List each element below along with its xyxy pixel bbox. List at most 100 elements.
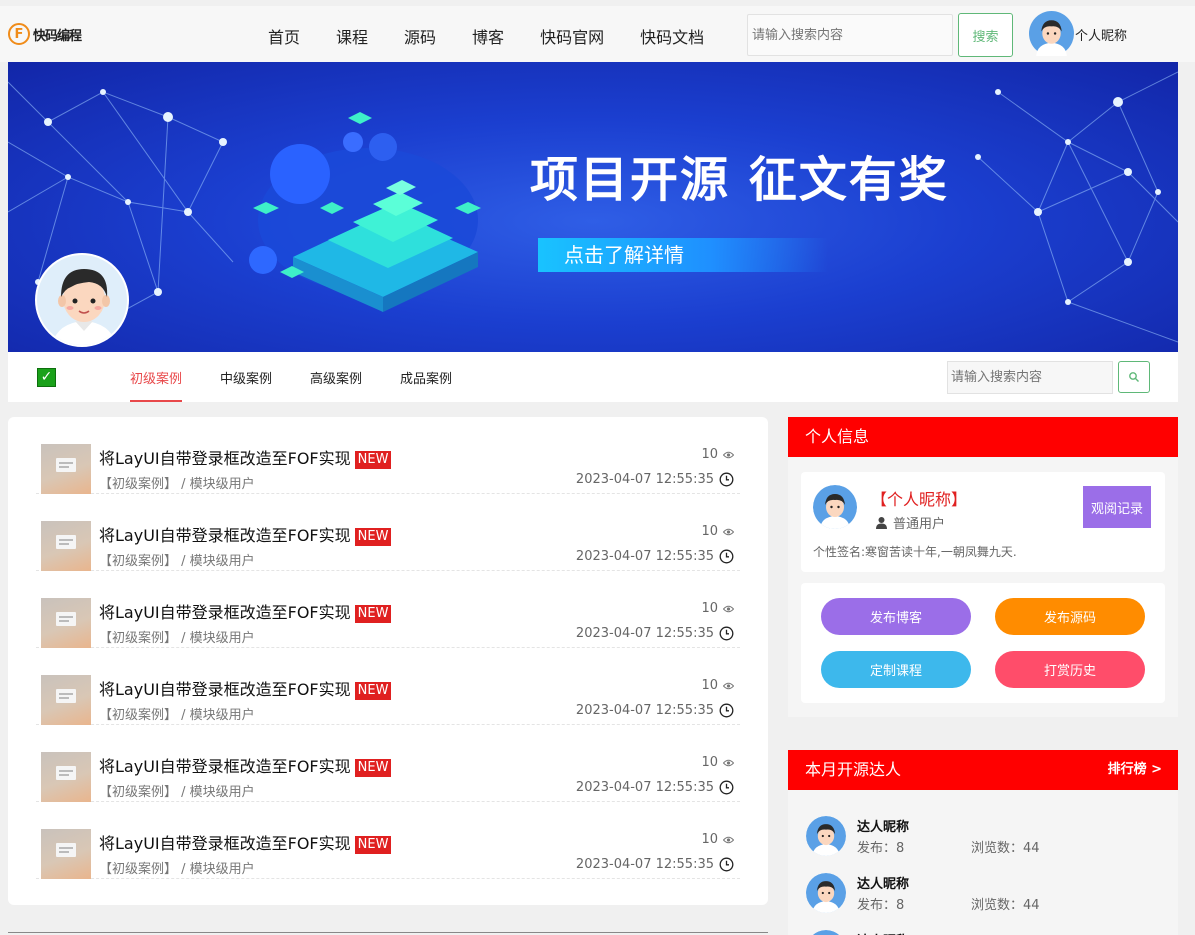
talent-avatar[interactable] — [806, 816, 846, 856]
promo-banner[interactable]: 项目开源 征文有奖 点击了解详情 — [8, 62, 1178, 352]
nav-docs[interactable]: 快码文档 — [640, 24, 704, 48]
boy-avatar-icon — [806, 873, 846, 913]
header-search-input[interactable] — [747, 14, 953, 56]
talent-name[interactable]: 达人昵称 — [857, 930, 909, 935]
case-search-input[interactable] — [947, 361, 1113, 394]
case-search-button[interactable] — [1118, 361, 1150, 393]
clock-icon — [719, 857, 734, 872]
article-author: / 模块级用户 — [177, 631, 255, 646]
article-category[interactable]: 【初级案例】 — [99, 785, 177, 800]
article-meta: 【初级案例】 / 模块级用户 — [99, 858, 255, 877]
new-badge: NEW — [354, 682, 392, 700]
article-thumbnail[interactable] — [41, 598, 91, 648]
article-timestamp: 2023-04-07 12:55:35 — [575, 780, 714, 795]
user-icon — [876, 517, 887, 529]
eye-icon — [723, 836, 734, 843]
boy-avatar-icon — [812, 930, 840, 935]
article-row[interactable]: 将LayUI自带登录框改造至FOF实现 NEW 【初级案例】 / 模块级用户 10 20… — [36, 802, 740, 879]
talent-name[interactable]: 达人昵称 — [857, 873, 909, 892]
article-row[interactable]: 将LayUI自带登录框改造至FOF实现 NEW 【初级案例】 / 模块级用户 10 20… — [36, 494, 740, 571]
article-title-text: 将LayUI自带登录框改造至FOF实现 — [99, 680, 351, 699]
tab-intermediate[interactable]: 中级案例 — [220, 368, 272, 402]
article-thumbnail[interactable] — [41, 444, 91, 494]
article-thumbnail[interactable] — [41, 752, 91, 802]
article-thumbnail[interactable] — [41, 829, 91, 879]
talent-posts: 发布：8 — [857, 841, 905, 856]
banner-title: 项目开源 征文有奖 — [530, 152, 949, 208]
article-title-text: 将LayUI自带登录框改造至FOF实现 — [99, 757, 351, 776]
article-row[interactable]: 将LayUI自带登录框改造至FOF实现 NEW 【初级案例】 / 模块级用户 10 20… — [36, 725, 740, 802]
article-views: 10 — [701, 678, 734, 693]
nav-official-site[interactable]: 快码官网 — [540, 24, 604, 48]
article-title[interactable]: 将LayUI自带登录框改造至FOF实现 NEW — [99, 830, 392, 854]
publish-blog-button[interactable]: 发布博客 — [821, 598, 971, 635]
new-badge: NEW — [354, 605, 392, 623]
article-views: 10 — [701, 755, 734, 770]
nav-source[interactable]: 源码 — [404, 24, 436, 48]
new-badge: NEW — [354, 528, 392, 546]
banner-cta-button[interactable]: 点击了解详情 — [538, 238, 828, 272]
article-row[interactable]: 将LayUI自带登录框改造至FOF实现 NEW 【初级案例】 / 模块级用户 10 20… — [36, 417, 740, 494]
article-time: 2023-04-07 12:55:35 — [576, 626, 734, 641]
article-title[interactable]: 将LayUI自带登录框改造至FOF实现 NEW — [99, 753, 392, 777]
nav-courses[interactable]: 课程 — [336, 24, 368, 48]
user-avatar-icon[interactable] — [1029, 11, 1074, 56]
clock-icon — [719, 626, 734, 641]
talents-panel: 本月开源达人 排行榜 > 达人昵称 发布：8 浏览数：44 达人昵称 发布：8 浏览数：4… — [788, 750, 1178, 935]
talent-avatar[interactable] — [806, 873, 846, 913]
tab-finished[interactable]: 成品案例 — [400, 368, 452, 402]
profile-heading: 个人信息 — [788, 417, 1178, 457]
ranking-link[interactable]: 排行榜 > — [1108, 750, 1162, 790]
view-history-button[interactable]: 观阅记录 — [1083, 486, 1151, 528]
boy-avatar-icon — [51, 269, 117, 345]
article-category[interactable]: 【初级案例】 — [99, 862, 177, 877]
article-meta: 【初级案例】 / 模块级用户 — [99, 704, 255, 723]
eye-icon — [723, 759, 734, 766]
article-timestamp: 2023-04-07 12:55:35 — [575, 857, 714, 872]
clock-icon — [719, 780, 734, 795]
article-thumbnail[interactable] — [41, 675, 91, 725]
tab-beginner[interactable]: 初级案例 — [130, 368, 183, 402]
eye-icon — [723, 451, 734, 458]
profile-card-avatar[interactable] — [813, 485, 857, 529]
article-title[interactable]: 将LayUI自带登录框改造至FOF实现 NEW — [99, 599, 392, 623]
article-title[interactable]: 将LayUI自带登录框改造至FOF实现 NEW — [99, 676, 392, 700]
reward-history-button[interactable]: 打赏历史 — [995, 651, 1145, 688]
talent-item[interactable]: 达人昵称发布：8浏览数：44 — [806, 930, 1166, 935]
talent-name[interactable]: 达人昵称 — [857, 816, 909, 835]
article-category[interactable]: 【初级案例】 — [99, 477, 177, 492]
publish-source-button[interactable]: 发布源码 — [995, 598, 1145, 635]
profile-avatar[interactable] — [35, 253, 129, 347]
article-timestamp: 2023-04-07 12:55:35 — [575, 703, 714, 718]
article-category[interactable]: 【初级案例】 — [99, 708, 177, 723]
custom-course-button[interactable]: 定制课程 — [821, 651, 971, 688]
top-header: F 快码编程 首页 课程 源码 博客 快码官网 快码文档 搜索 个人昵称 — [0, 6, 1195, 62]
article-thumbnail[interactable] — [41, 521, 91, 571]
new-badge: NEW — [354, 759, 392, 777]
article-row[interactable]: 将LayUI自带登录框改造至FOF实现 NEW 【初级案例】 / 模块级用户 10 20… — [36, 648, 740, 725]
article-title[interactable]: 将LayUI自带登录框改造至FOF实现 NEW — [99, 445, 392, 469]
talent-avatar[interactable] — [806, 930, 846, 935]
article-time: 2023-04-07 12:55:35 — [576, 549, 734, 564]
site-logo[interactable]: F 快码编程 — [8, 23, 82, 45]
article-title-text: 将LayUI自带登录框改造至FOF实现 — [99, 526, 351, 545]
eye-icon — [723, 528, 734, 535]
article-category[interactable]: 【初级案例】 — [99, 554, 177, 569]
nav-home[interactable]: 首页 — [268, 24, 300, 48]
talent-item[interactable]: 达人昵称发布：8浏览数：44 — [806, 816, 1166, 860]
article-row[interactable]: 将LayUI自带登录框改造至FOF实现 NEW 【初级案例】 / 模块级用户 10 20… — [36, 571, 740, 648]
tab-advanced[interactable]: 高级案例 — [310, 368, 362, 402]
search-icon — [1129, 372, 1139, 382]
logo-text: 快码编程 — [33, 28, 82, 44]
nav-blog[interactable]: 博客 — [472, 24, 504, 48]
article-views: 10 — [701, 524, 734, 539]
checkbox-icon[interactable]: ✓ — [37, 368, 56, 387]
header-nickname[interactable]: 个人昵称 — [1075, 25, 1127, 44]
talent-item[interactable]: 达人昵称发布：8浏览数：44 — [806, 873, 1166, 917]
boy-avatar-icon — [806, 816, 846, 856]
article-category[interactable]: 【初级案例】 — [99, 631, 177, 646]
article-meta: 【初级案例】 / 模块级用户 — [99, 781, 255, 800]
article-view-count: 10 — [701, 447, 718, 462]
article-title[interactable]: 将LayUI自带登录框改造至FOF实现 NEW — [99, 522, 392, 546]
header-search-button[interactable]: 搜索 — [958, 13, 1013, 57]
